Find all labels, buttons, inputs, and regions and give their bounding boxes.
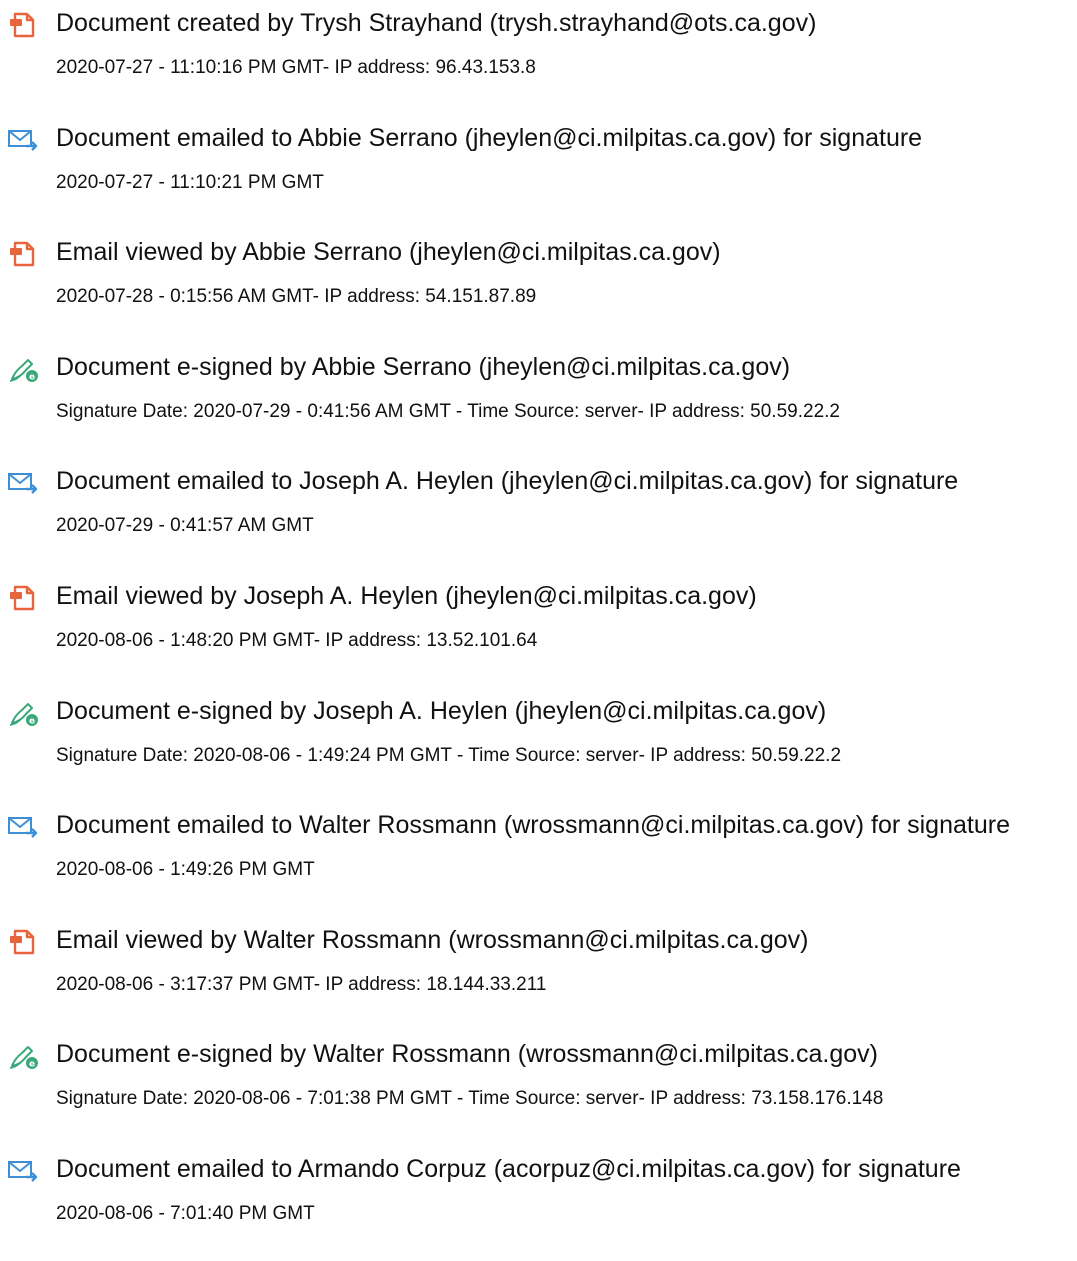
email-sent-icon (6, 125, 40, 155)
event-title: Document created by Trysh Strayhand (try… (56, 9, 817, 37)
event-title: Email viewed by Walter Rossmann (wrossma… (56, 925, 809, 954)
document-icon (6, 583, 40, 613)
event-detail: 2020-08-06 - 3:17:37 PM GMT- IP address:… (56, 973, 547, 995)
event-title: Document e-signed by Joseph A. Heylen (j… (56, 696, 827, 725)
event-detail: 2020-08-06 - 1:48:20 PM GMT- IP address:… (56, 629, 538, 651)
event-detail: Signature Date: 2020-07-29 - 0:41:56 AM … (56, 400, 840, 422)
audit-event: e Document e-signed by Walter Rossmann (w… (0, 1031, 1077, 1146)
audit-event: e Document e-signed by Abbie Serrano (jhe… (0, 344, 1077, 459)
svg-text:e: e (29, 372, 35, 382)
esign-icon: e (6, 1041, 40, 1071)
audit-event: e Document e-signed by Joseph A. Heylen (… (0, 688, 1077, 803)
event-detail: 2020-07-28 - 0:15:56 AM GMT- IP address:… (56, 286, 537, 308)
svg-text:e: e (29, 716, 35, 726)
event-title: Document emailed to Armando Corpuz (acor… (56, 1154, 961, 1183)
audit-event: Email viewed by Abbie Serrano (jheylen@c… (0, 229, 1077, 344)
audit-event: Email viewed by Walter Rossmann (wrossma… (0, 917, 1077, 1032)
document-icon (6, 239, 40, 269)
audit-trail-list: Document created by Trysh Strayhand (try… (0, 0, 1077, 1261)
event-detail: Signature Date: 2020-08-06 - 1:49:24 PM … (56, 744, 842, 766)
audit-event: Document emailed to Walter Rossmann (wro… (0, 802, 1077, 917)
event-detail: 2020-08-06 - 1:49:26 PM GMT (56, 859, 315, 881)
event-title: Document e-signed by Abbie Serrano (jhey… (56, 352, 791, 381)
event-detail: Signature Date: 2020-08-06 - 7:01:38 PM … (56, 1088, 884, 1110)
event-title: Email viewed by Joseph A. Heylen (jheyle… (56, 581, 757, 610)
event-title: Document emailed to Walter Rossmann (wro… (56, 811, 1010, 840)
event-title: Document emailed to Joseph A. Heylen (jh… (56, 467, 959, 496)
audit-event: Document created by Trysh Strayhand (try… (0, 0, 1077, 115)
document-icon (6, 10, 40, 40)
esign-icon: e (6, 354, 40, 384)
document-icon (6, 927, 40, 957)
event-title: Email viewed by Abbie Serrano (jheylen@c… (56, 238, 721, 267)
audit-event: Email viewed by Joseph A. Heylen (jheyle… (0, 573, 1077, 688)
event-title: Document emailed to Abbie Serrano (jheyl… (56, 123, 923, 152)
email-sent-icon (6, 812, 40, 842)
event-title: Document e-signed by Walter Rossmann (wr… (56, 1040, 878, 1069)
audit-event: Document emailed to Abbie Serrano (jheyl… (0, 115, 1077, 230)
audit-event: Document emailed to Armando Corpuz (acor… (0, 1146, 1077, 1261)
event-detail: 2020-07-27 - 11:10:21 PM GMT (56, 171, 324, 193)
svg-text:e: e (29, 1060, 35, 1070)
event-detail: 2020-07-27 - 11:10:16 PM GMT- IP address… (56, 57, 536, 78)
email-sent-icon (6, 468, 40, 498)
audit-event: Document emailed to Joseph A. Heylen (jh… (0, 458, 1077, 573)
event-detail: 2020-08-06 - 7:01:40 PM GMT (56, 1202, 315, 1224)
esign-icon: e (6, 698, 40, 728)
event-detail: 2020-07-29 - 0:41:57 AM GMT (56, 515, 314, 537)
email-sent-icon (6, 1156, 40, 1186)
